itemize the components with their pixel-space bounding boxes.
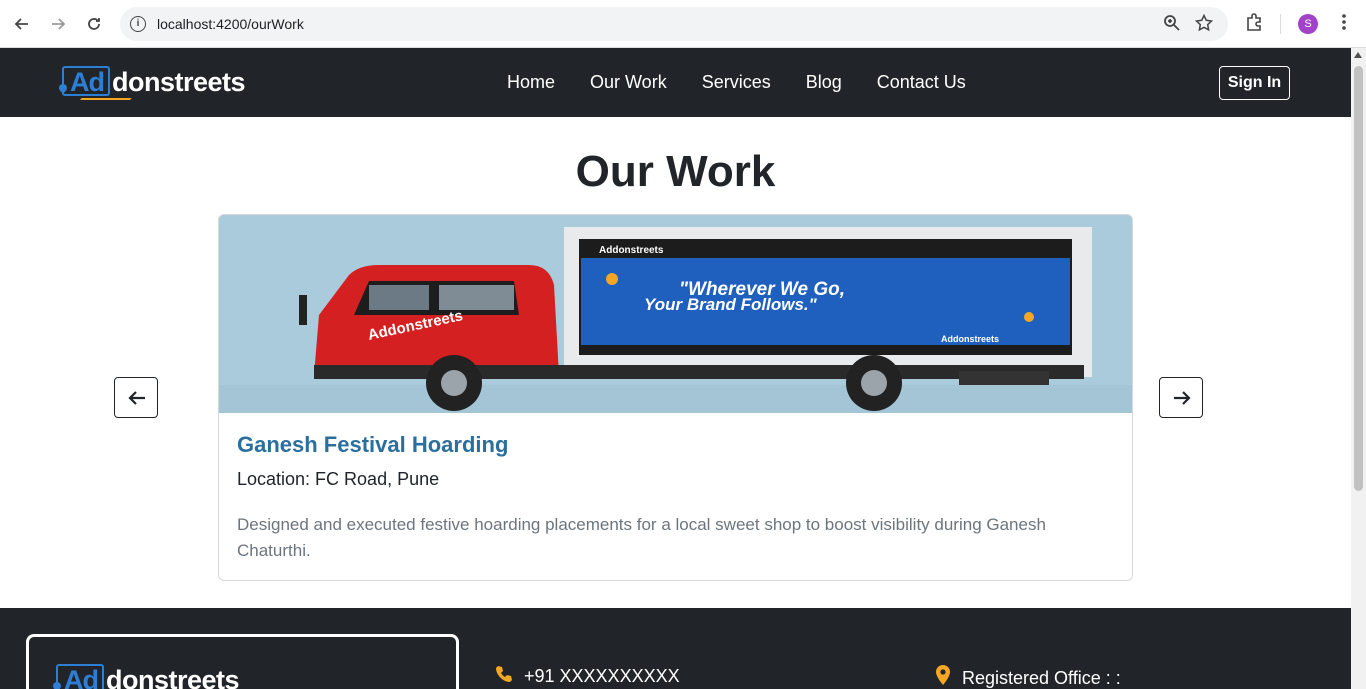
logo-ad-text: Ad — [70, 67, 105, 97]
site-info-icon[interactable]: i — [130, 16, 146, 32]
scrollbar-thumb[interactable] — [1354, 66, 1363, 491]
page-title: Our Work — [575, 147, 776, 196]
toolbar-separator — [1280, 14, 1281, 34]
arrow-left-icon — [128, 391, 145, 405]
extensions-icon[interactable] — [1244, 12, 1264, 37]
phone-number: +91 XXXXXXXXXX — [524, 666, 680, 686]
nav-home[interactable]: Home — [507, 72, 555, 93]
nav-blog[interactable]: Blog — [806, 72, 842, 93]
banner-slogan-line-2: Your Brand Follows." — [644, 295, 818, 314]
page-scrollbar[interactable] — [1351, 48, 1366, 689]
work-card: Addonstreets "Wherever We Go, Your Brand… — [218, 214, 1133, 581]
forward-icon[interactable] — [46, 12, 70, 36]
logo-rest-text: donstreets — [112, 67, 246, 97]
phone-icon — [494, 664, 514, 689]
logo-road-mark — [78, 98, 132, 102]
zoom-icon[interactable] — [1163, 14, 1181, 37]
truck-advertisement-image: Addonstreets "Wherever We Go, Your Brand… — [219, 215, 1132, 413]
page-viewport: Ad donstreets Home Our Work Services Blo… — [0, 48, 1351, 689]
address-bar[interactable]: i localhost:4200/ourWork — [120, 7, 1228, 41]
carousel-next-button[interactable] — [1159, 377, 1203, 418]
main-menu: Home Our Work Services Blog Contact Us — [507, 72, 1001, 93]
scroll-up-icon[interactable] — [1354, 52, 1362, 58]
profile-avatar[interactable]: S — [1298, 14, 1318, 34]
browser-toolbar: i localhost:4200/ourWork S — [0, 0, 1366, 48]
card-description: Designed and executed festive hoarding p… — [237, 515, 1046, 560]
footer-office: Registered Office : : — [934, 664, 1121, 689]
banner-logo-text: Addonstreets — [599, 245, 664, 256]
footer-phone: +91 XXXXXXXXXX — [494, 664, 680, 689]
nav-services[interactable]: Services — [702, 72, 771, 93]
arrow-right-icon — [1174, 391, 1191, 405]
more-menu-icon[interactable] — [1336, 12, 1352, 37]
reload-icon[interactable] — [82, 12, 106, 36]
bookmark-star-icon[interactable] — [1194, 13, 1214, 37]
back-icon[interactable] — [10, 12, 34, 36]
site-navbar: Ad donstreets Home Our Work Services Blo… — [0, 48, 1351, 117]
map-pin-icon — [934, 664, 952, 689]
footer-logo-rest-text: donstreets — [106, 665, 240, 689]
banner-corner-logo-text: Addonstreets — [941, 334, 999, 344]
sign-in-button[interactable]: Sign In — [1219, 66, 1290, 100]
card-location: Location: FC Road, Pune — [237, 469, 440, 489]
nav-contact-us[interactable]: Contact Us — [877, 72, 966, 93]
card-title: Ganesh Festival Hoarding — [237, 432, 509, 457]
nav-our-work[interactable]: Our Work — [590, 72, 667, 93]
carousel-prev-button[interactable] — [114, 377, 158, 418]
footer-logo-ad-text: Ad — [64, 665, 99, 689]
office-label: Registered Office : : — [962, 668, 1121, 688]
url-text[interactable]: localhost:4200/ourWork — [157, 16, 304, 32]
site-footer: Ad donstreets +91 XXXXXXXXXX Registered … — [0, 608, 1351, 689]
